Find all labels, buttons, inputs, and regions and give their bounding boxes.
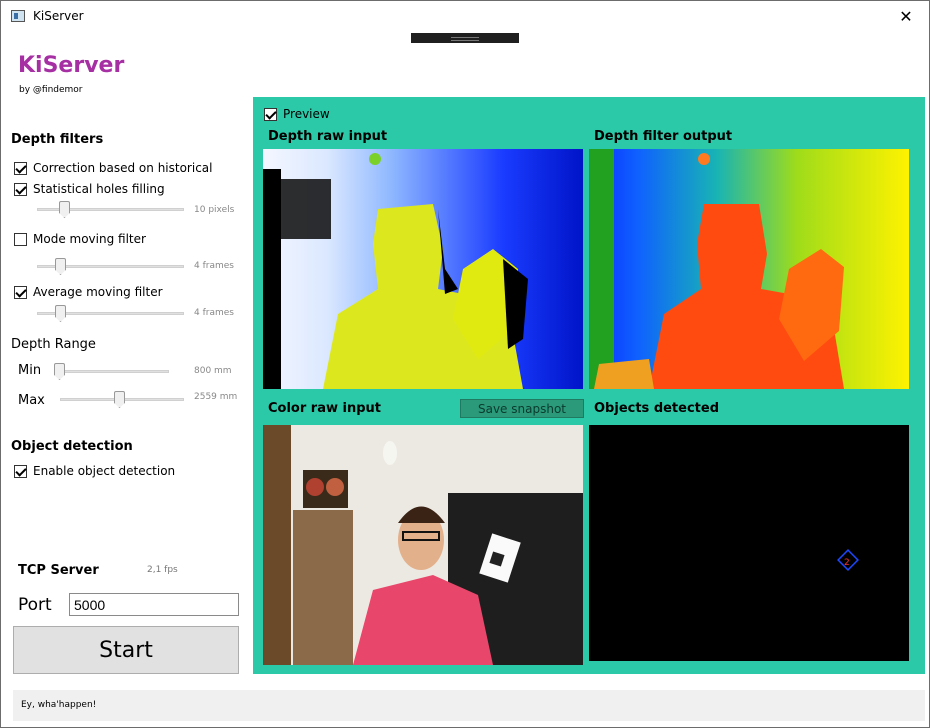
fps-readout: 2,1 fps	[147, 565, 178, 575]
title-bar: KiServer ✕	[1, 1, 929, 32]
objects-detected-image: 2	[589, 425, 909, 661]
correction-historical-label: Correction based on historical	[33, 161, 213, 175]
average-filter-value: 4 frames	[194, 308, 234, 318]
average-filter-toggle[interactable]: Average moving filter	[14, 285, 163, 299]
depth-filters-heading: Depth filters	[11, 132, 104, 147]
holes-filling-slider-thumb[interactable]	[59, 201, 70, 218]
status-bar: Ey, wha'happen!	[13, 690, 925, 721]
mode-filter-checkbox[interactable]	[14, 232, 27, 246]
drag-handle[interactable]	[411, 33, 519, 43]
object-detection-heading: Object detection	[11, 439, 133, 454]
depth-filter-title: Depth filter output	[594, 129, 733, 144]
object-detection-checkbox[interactable]	[14, 464, 27, 478]
depth-filter-image	[589, 149, 909, 389]
holes-filling-toggle[interactable]: Statistical holes filling	[14, 182, 165, 196]
mode-filter-toggle[interactable]: Mode moving filter	[14, 232, 146, 246]
depth-max-label: Max	[18, 393, 45, 408]
brand-title: KiServer	[18, 53, 125, 78]
tcp-server-heading: TCP Server	[18, 563, 99, 578]
preview-toggle[interactable]: Preview	[264, 107, 330, 121]
depth-min-slider[interactable]	[54, 363, 169, 380]
close-button[interactable]: ✕	[883, 1, 929, 32]
holes-filling-value: 10 pixels	[194, 205, 235, 215]
depth-max-slider[interactable]	[60, 391, 184, 408]
detected-object-id: 2	[844, 558, 850, 568]
preview-panel: Preview Depth raw input Depth filter out…	[253, 97, 925, 674]
save-snapshot-button[interactable]: Save snapshot	[460, 399, 584, 418]
mode-filter-label: Mode moving filter	[33, 232, 146, 246]
average-filter-label: Average moving filter	[33, 285, 163, 299]
window-title: KiServer	[33, 9, 84, 23]
average-filter-slider[interactable]	[37, 305, 184, 322]
save-snapshot-label: Save snapshot	[477, 401, 566, 416]
port-input[interactable]	[69, 593, 239, 616]
correction-historical-checkbox[interactable]	[14, 161, 27, 175]
depth-max-value: 2559 mm	[194, 392, 238, 402]
holes-filling-slider[interactable]	[37, 201, 184, 218]
mode-filter-value: 4 frames	[194, 261, 234, 271]
depth-max-slider-thumb[interactable]	[114, 391, 125, 408]
mode-filter-slider[interactable]	[37, 258, 184, 275]
port-label: Port	[18, 595, 52, 615]
object-detection-label: Enable object detection	[33, 464, 176, 478]
color-raw-image	[263, 425, 583, 665]
depth-range-heading: Depth Range	[11, 337, 96, 352]
holes-filling-label: Statistical holes filling	[33, 182, 165, 196]
status-text: Ey, wha'happen!	[21, 700, 97, 710]
depth-min-value: 800 mm	[194, 366, 232, 376]
app-window-icon	[11, 10, 25, 22]
color-raw-figure	[263, 425, 583, 665]
depth-raw-title: Depth raw input	[268, 129, 388, 144]
objects-detected-title: Objects detected	[594, 401, 720, 416]
depth-raw-figure	[263, 153, 528, 389]
color-raw-title: Color raw input	[268, 401, 382, 416]
mode-filter-slider-thumb[interactable]	[55, 258, 66, 275]
depth-min-slider-thumb[interactable]	[54, 363, 65, 380]
correction-historical-toggle[interactable]: Correction based on historical	[14, 161, 212, 175]
brand-byline: by @findemor	[19, 85, 83, 95]
holes-filling-checkbox[interactable]	[14, 182, 27, 196]
objects-detected-figure: 2	[837, 549, 859, 571]
preview-checkbox[interactable]	[264, 107, 277, 121]
depth-filter-figure	[589, 149, 844, 389]
depth-raw-image	[263, 149, 583, 389]
app-window: KiServer ✕ KiServer by @findemor Depth f…	[0, 0, 930, 728]
start-button[interactable]: Start	[13, 626, 239, 674]
depth-min-slider-track	[54, 370, 169, 373]
average-filter-checkbox[interactable]	[14, 285, 27, 299]
object-detection-toggle[interactable]: Enable object detection	[14, 464, 175, 478]
average-filter-slider-thumb[interactable]	[55, 305, 66, 322]
depth-min-label: Min	[18, 363, 42, 378]
preview-label: Preview	[283, 107, 330, 121]
